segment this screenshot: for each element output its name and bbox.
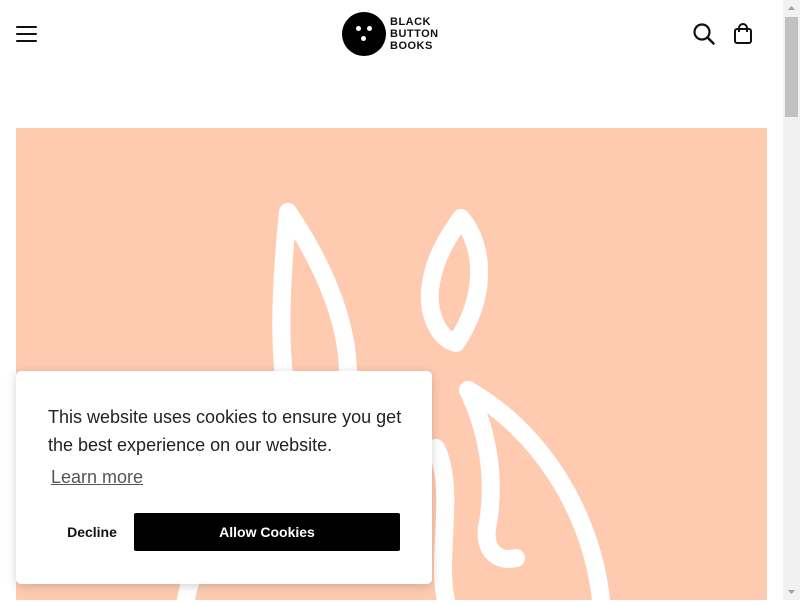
search-button[interactable] [692, 22, 716, 46]
shopping-bag-icon [734, 23, 752, 44]
logo-button-icon [342, 12, 386, 56]
logo-line-3: BOOKS [390, 40, 433, 52]
hamburger-icon [16, 26, 37, 28]
learn-more-link[interactable]: Learn more [51, 465, 143, 489]
scrollbar-thumb[interactable] [785, 17, 798, 117]
cookie-consent-banner: This website uses cookies to ensure you … [16, 371, 432, 584]
cookie-message: This website uses cookies to ensure you … [48, 407, 402, 455]
scroll-down-button[interactable] [783, 583, 800, 600]
logo-wordmark: BLACK BUTTON BOOKS [390, 16, 439, 52]
decline-button[interactable]: Decline [34, 513, 150, 551]
allow-cookies-button[interactable]: Allow Cookies [134, 513, 400, 551]
scroll-up-button[interactable] [783, 0, 800, 17]
chevron-down-icon [788, 590, 795, 594]
cart-button[interactable] [733, 22, 755, 46]
chevron-up-icon [788, 6, 795, 10]
search-icon [693, 23, 715, 45]
logo-line-1: BLACK [390, 16, 431, 28]
vertical-scrollbar[interactable] [783, 0, 800, 600]
menu-button[interactable] [16, 24, 38, 44]
site-logo[interactable]: BLACK BUTTON BOOKS [342, 12, 452, 58]
site-header: BLACK BUTTON BOOKS [0, 0, 783, 70]
logo-line-2: BUTTON [390, 28, 439, 40]
